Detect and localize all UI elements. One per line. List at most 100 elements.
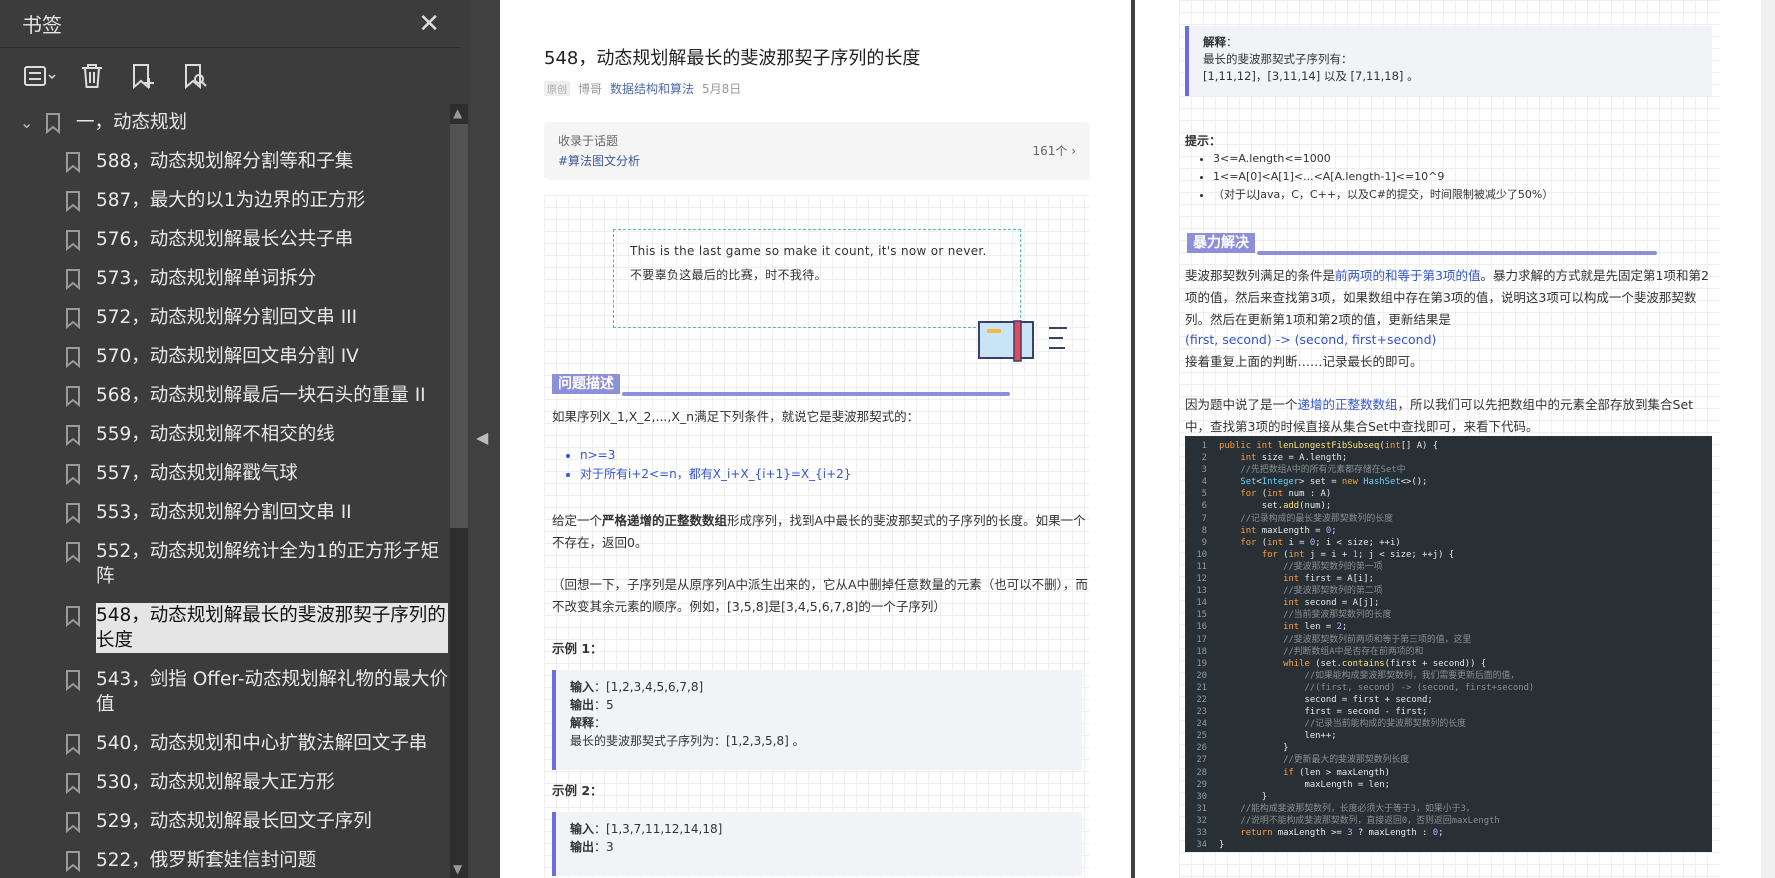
topic-box[interactable]: 收录于话题 #算法图文分析 161个 › <box>544 122 1090 180</box>
code-line: 17 //斐波那契数列前两项和等于第三项的值，这里 <box>1185 634 1712 646</box>
bookmark-item[interactable]: 587，最大的以1为边界的正方形 <box>0 182 448 221</box>
code-line: 19 while (set.contains(first + second)) … <box>1185 658 1712 670</box>
bookmark-list: ⌄ 一，动态规划 588，动态规划解分割等和子集 587，最大的以1为边界的正方形 57… <box>0 104 448 878</box>
bookmark-icon <box>64 385 82 408</box>
code-text: second = first + second; <box>1219 694 1433 705</box>
bookmark-item[interactable]: 543，剑指 Offer-动态规划解礼物的最大价值 <box>0 661 448 725</box>
code-line: 29 maxLength = len; <box>1185 779 1712 791</box>
example-2-box: 输入：[1,3,7,11,12,14,18] 输出：3 <box>552 812 1082 876</box>
bookmark-item[interactable]: 576，动态规划解最长公共子串 <box>0 221 448 260</box>
code-line: 2 int size = A.length; <box>1185 452 1712 464</box>
code-text: //更新最大的斐波那契数列长度 <box>1283 755 1410 766</box>
code-line: 34} <box>1185 839 1712 851</box>
code-line: 26 } <box>1185 742 1712 754</box>
bookmark-item[interactable]: 557，动态规划解戳气球 <box>0 455 448 494</box>
add-bookmark-icon[interactable] <box>126 58 162 94</box>
line-number: 19 <box>1196 658 1207 669</box>
line-number: 32 <box>1196 815 1207 826</box>
bookmark-item[interactable]: 530，动态规划解最大正方形 <box>0 764 448 803</box>
line-number: 26 <box>1196 743 1207 754</box>
bookmark-icon <box>44 112 62 135</box>
bookmark-icon <box>64 268 82 291</box>
problem-para: 给定一个严格递增的正整数数组形成序列，找到A中最长的斐波那契式的子序列的长度。如… <box>552 513 1086 550</box>
hint-item: （对于以Java，C，C++，以及C#的提交，时间限制被减少了50%） <box>1213 186 1553 204</box>
line-number: 34 <box>1196 840 1207 851</box>
line-number: 13 <box>1196 586 1207 597</box>
scroll-up-icon[interactable]: ▲ <box>453 106 462 120</box>
bookmark-label: 557，动态规划解戳气球 <box>96 463 298 484</box>
code-line: 30 } <box>1185 791 1712 803</box>
bookmark-item[interactable]: 553，动态规划解分割回文串 II <box>0 494 448 533</box>
code-line: 6 set.add(num); <box>1185 500 1712 512</box>
date: 5月8日 <box>702 82 742 96</box>
scroll-thumb[interactable] <box>450 124 468 528</box>
set-approach-text: 因为题中说了是一个递增的正整数数组，所以我们可以先把数组中的元素全部存放到集合S… <box>1185 397 1694 434</box>
bookmark-icon <box>64 811 82 834</box>
section-heading: 暴力解决 <box>1187 233 1255 253</box>
chevron-down-icon[interactable]: ⌄ <box>20 110 34 135</box>
code-text: //判断数组A中是否存在前两项的和 <box>1283 646 1424 657</box>
topic-link[interactable]: #算法图文分析 <box>558 152 1076 169</box>
bookmark-item[interactable]: 552，动态规划解统计全为1的正方形子矩阵 <box>0 533 448 597</box>
bookmark-label: 529，动态规划解最长回文子序列 <box>96 811 372 832</box>
hint-item: 1<=A[0]<A[1]<...<A[A.length-1]<=10^9 <box>1213 168 1553 186</box>
line-number: 4 <box>1201 477 1207 488</box>
section-divider <box>622 392 1010 396</box>
bookmark-label: 552，动态规划解统计全为1的正方形子矩阵 <box>96 541 440 587</box>
code-line: 14 int second = A[j]; <box>1185 597 1712 609</box>
document-scrollbar[interactable] <box>1761 0 1775 878</box>
notebook-pen-icon <box>978 320 1067 362</box>
sidebar-scrollbar[interactable]: ▲ ▼ <box>450 104 468 878</box>
bookmark-label: 553，动态规划解分割回文串 II <box>96 502 352 523</box>
bookmark-item[interactable]: 570，动态规划解回文串分割 IV <box>0 338 448 377</box>
line-number: 2 <box>1201 453 1207 464</box>
scroll-down-icon[interactable]: ▼ <box>453 862 462 876</box>
code-text: first = second - first; <box>1219 707 1428 718</box>
bookmark-group[interactable]: ⌄ 一，动态规划 <box>0 104 448 143</box>
bookmark-icon <box>64 190 82 213</box>
bookmark-item[interactable]: 588，动态规划解分割等和子集 <box>0 143 448 182</box>
bookmark-item[interactable]: 568，动态规划解最后一块石头的重量 II <box>0 377 448 416</box>
bookmark-item[interactable]: 572，动态规划解分割回文串 III <box>0 299 448 338</box>
line-number: 22 <box>1196 694 1207 705</box>
pdf-page-2: 解释： 最长的斐波那契式子序列有： [1,11,12]，[3,11,14] 以及… <box>1135 0 1775 878</box>
author: 博哥 <box>578 82 603 96</box>
line-number: 23 <box>1196 707 1207 718</box>
bookmark-item[interactable]: 573，动态规划解单词拆分 <box>0 260 448 299</box>
close-icon[interactable]: ✕ <box>418 9 440 39</box>
bookmark-item[interactable]: 522，俄罗斯套娃信封问题 <box>0 842 448 878</box>
line-number: 27 <box>1196 755 1207 766</box>
code-line: 21 //(first, second) -> (second, first+s… <box>1185 682 1712 694</box>
collapse-sidebar-icon[interactable]: ◀ <box>476 428 488 447</box>
code-block: 1 public int lenLongestFibSubseq(int[] A)… <box>1185 436 1712 852</box>
bookmark-item[interactable]: 548，动态规划解最长的斐波那契子序列的长度 <box>0 597 448 661</box>
example-1-heading: 示例 1： <box>552 641 603 656</box>
pdf-page-1: 548，动态规划解最长的斐波那契子序列的长度 原创 博哥 数据结构和算法 5月8… <box>500 0 1131 878</box>
bookmark-icon <box>64 307 82 330</box>
topic-count: 161个 › <box>1032 144 1076 158</box>
bookmark-search-icon[interactable] <box>178 58 214 94</box>
line-number: 15 <box>1196 610 1207 621</box>
bookmark-label: 572，动态规划解分割回文串 III <box>96 307 358 328</box>
line-number: 10 <box>1196 549 1207 560</box>
code-line: 20 //如果能构成斐波那契数列，我们需要更新后面的值， <box>1185 670 1712 682</box>
line-number: 5 <box>1201 489 1207 500</box>
code-line: 11 //斐波那契数列的第一项 <box>1185 561 1712 573</box>
category-link[interactable]: 数据结构和算法 <box>610 80 694 97</box>
trash-icon[interactable] <box>74 58 110 94</box>
code-text: //当前斐波那契数列的长度 <box>1283 610 1392 621</box>
sidebar-title: 书签 <box>22 13 62 37</box>
bookmark-item[interactable]: 559，动态规划解不相交的线 <box>0 416 448 455</box>
bookmark-item[interactable]: 529，动态规划解最长回文子序列 <box>0 803 448 842</box>
code-text: int second = A[j]; <box>1283 598 1380 609</box>
code-text: //斐波那契数列的第二项 <box>1283 586 1383 597</box>
bookmark-item[interactable]: 540，动态规划和中心扩散法解回文子串 <box>0 725 448 764</box>
code-text: //记录当前能构成的斐波那契数列的长度 <box>1304 719 1467 730</box>
line-number: 28 <box>1196 767 1207 778</box>
list-options-icon[interactable] <box>22 58 58 94</box>
code-line: 27 //更新最大的斐波那契数列长度 <box>1185 754 1712 766</box>
hint-heading: 提示： <box>1185 134 1222 148</box>
bookmark-icon <box>64 424 82 447</box>
code-line: 22 second = first + second; <box>1185 694 1712 706</box>
bookmark-icon <box>64 605 82 628</box>
